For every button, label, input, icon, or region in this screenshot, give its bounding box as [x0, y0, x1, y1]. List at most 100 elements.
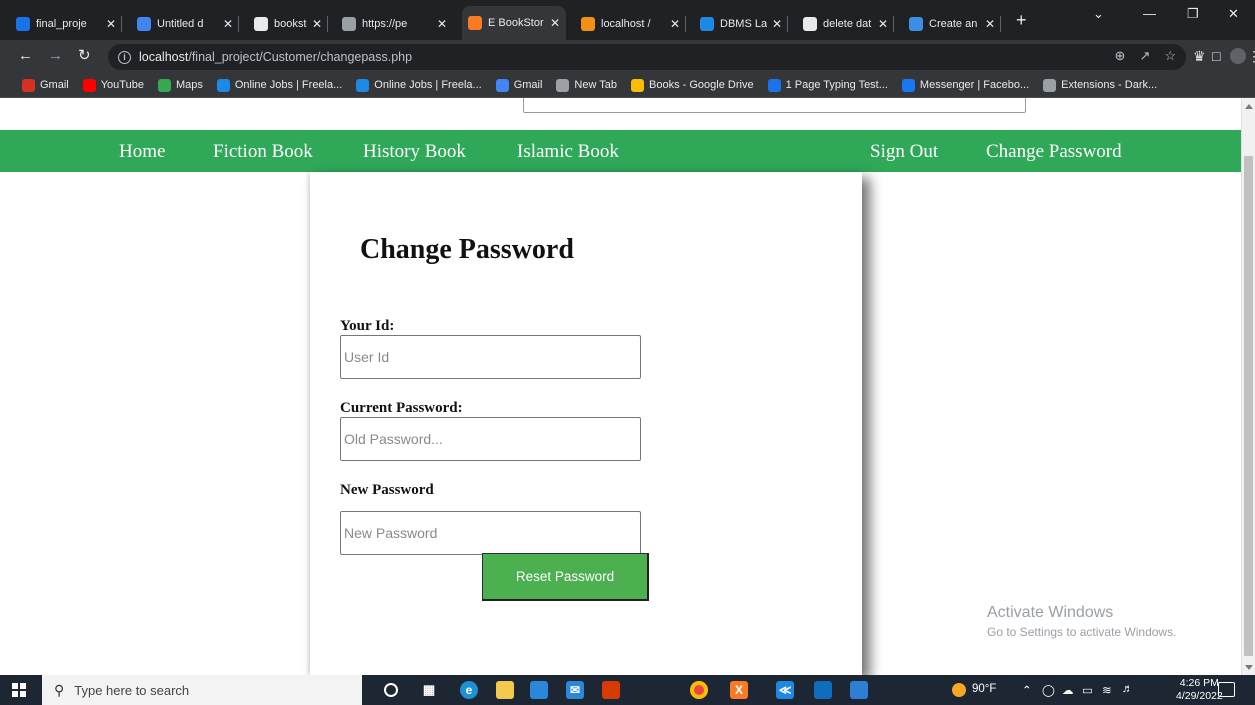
zoom-icon[interactable]: ⊕	[1115, 48, 1126, 64]
close-window-button[interactable]: ✕	[1228, 6, 1239, 22]
windows-start-icon[interactable]	[12, 683, 26, 697]
freelancer-icon	[356, 78, 370, 92]
share-icon[interactable]: ↗	[1139, 48, 1150, 64]
address-bar[interactable]: i localhost/final_project/Customer/chang…	[108, 44, 1186, 70]
bookmark-item[interactable]: YouTube	[82, 78, 144, 92]
scroll-up-arrow[interactable]	[1245, 104, 1253, 109]
tab-search-icon[interactable]: ⌄	[1093, 6, 1104, 22]
tab-close-icon[interactable]: ✕	[437, 17, 447, 31]
browser-tab[interactable]: bookstore ✕	[248, 8, 328, 40]
site-info-icon[interactable]: i	[118, 50, 131, 64]
forward-icon[interactable]: →	[48, 47, 63, 65]
tab-title: localhost /	[601, 18, 651, 30]
bookmark-item[interactable]: Gmail	[22, 78, 69, 92]
phpmyadmin-icon	[581, 17, 595, 31]
task-view-icon[interactable]: ▦	[420, 681, 438, 699]
new-password-input[interactable]	[340, 511, 641, 555]
store-icon[interactable]	[530, 681, 548, 699]
bookmark-item[interactable]: Books - Google Drive	[631, 78, 754, 92]
xampp-icon[interactable]: X	[730, 681, 748, 699]
weather-icon[interactable]	[952, 683, 966, 697]
bookmark-label: Messenger | Facebo...	[919, 79, 1030, 91]
tab-close-icon[interactable]: ✕	[772, 17, 782, 31]
bookmark-item[interactable]: Gmail	[495, 78, 543, 92]
tray-app-icon[interactable]: ◯	[1042, 683, 1055, 697]
browser-tab[interactable]: localhost / ✕	[575, 8, 686, 40]
nav-history-book[interactable]: History Book	[363, 141, 466, 163]
office-icon[interactable]	[602, 681, 620, 699]
browser-tab[interactable]: DBMS Lab ✕	[694, 8, 788, 40]
nav-islamic-book[interactable]: Islamic Book	[517, 141, 619, 163]
classroom-icon	[700, 17, 714, 31]
onedrive-icon[interactable]: ☁	[1062, 683, 1074, 697]
bookmark-item[interactable]: Messenger | Facebo...	[901, 78, 1030, 92]
bookmark-item[interactable]: Maps	[157, 78, 203, 92]
new-password-label: New Password	[340, 482, 434, 498]
browser-tab[interactable]: E BookStor ✕	[462, 6, 566, 40]
bookmark-item[interactable]: New Tab	[556, 78, 617, 92]
tab-close-icon[interactable]: ✕	[223, 17, 233, 31]
reset-password-button[interactable]: Reset Password	[482, 553, 649, 601]
scroll-thumb[interactable]	[1244, 156, 1253, 656]
bookmark-item[interactable]: Online Jobs | Freela...	[216, 78, 342, 92]
tray-overflow-icon[interactable]: ⌃	[1022, 683, 1032, 697]
profile-avatar[interactable]	[1230, 48, 1246, 64]
nav-change-password[interactable]: Change Password	[986, 141, 1122, 163]
page-viewport: Home Fiction Book History Book Islamic B…	[0, 98, 1241, 675]
browser-tab[interactable]: https://pe ✕	[336, 8, 453, 40]
bookmark-item[interactable]: Extensions - Dark...	[1043, 78, 1158, 92]
file-explorer-icon[interactable]	[496, 681, 514, 699]
wifi-icon[interactable]: ≋	[1102, 683, 1112, 697]
drive-icon	[16, 17, 30, 31]
cortana-icon[interactable]	[384, 683, 398, 697]
tab-close-icon[interactable]: ✕	[670, 17, 680, 31]
network-icon[interactable]: ▭	[1082, 683, 1093, 697]
mail-icon[interactable]: ✉	[566, 681, 584, 699]
scroll-down-arrow[interactable]	[1245, 665, 1253, 670]
nav-fiction-book[interactable]: Fiction Book	[213, 141, 313, 163]
taskbar-search-box[interactable]: ⚲ Type here to search	[42, 675, 362, 705]
edge-icon[interactable]: e	[460, 681, 478, 699]
new-tab-button[interactable]: +	[1016, 11, 1027, 29]
url-path: /final_project/Customer/changepass.php	[188, 50, 413, 64]
browser-tab[interactable]: final_proje ✕	[10, 8, 122, 40]
side-panel-icon[interactable]: □	[1212, 48, 1220, 64]
bookmark-label: Extensions - Dark...	[1061, 79, 1158, 91]
user-id-input[interactable]	[340, 335, 641, 379]
clock-time: 4:26 PM	[1179, 677, 1219, 689]
notification-center-icon[interactable]	[1218, 682, 1235, 697]
tab-close-icon[interactable]: ✕	[985, 17, 995, 31]
bookmark-item[interactable]: 1 Page Typing Test...	[767, 78, 888, 92]
nav-sign-out[interactable]: Sign Out	[870, 141, 938, 163]
chrome-icon[interactable]	[690, 681, 708, 699]
browser-tab[interactable]: Create an ✕	[903, 8, 1001, 40]
back-icon[interactable]: ←	[18, 47, 33, 65]
restore-button[interactable]: ❐	[1187, 6, 1199, 22]
header-search-box[interactable]	[523, 98, 1026, 113]
browser-tab[interactable]: delete dat ✕	[797, 8, 894, 40]
nav-home[interactable]: Home	[119, 141, 165, 163]
tab-close-icon[interactable]: ✕	[106, 17, 116, 31]
menu-icon[interactable]: ⋮	[1247, 48, 1255, 65]
browser-tab[interactable]: Untitled d ✕	[131, 8, 239, 40]
minimize-button[interactable]: —	[1143, 6, 1156, 21]
weather-temp[interactable]: 90°F	[972, 683, 996, 695]
tab-close-icon[interactable]: ✕	[550, 16, 560, 30]
tab-close-icon[interactable]: ✕	[312, 17, 322, 31]
current-password-input[interactable]	[340, 417, 641, 461]
volume-icon[interactable]: ♬	[1122, 683, 1134, 695]
photos-icon[interactable]	[850, 681, 868, 699]
tab-separator	[121, 16, 122, 32]
page-scrollbar[interactable]	[1241, 98, 1255, 675]
tab-close-icon[interactable]: ✕	[878, 17, 888, 31]
clock-date: 4/29/2022	[1176, 690, 1223, 702]
reload-icon[interactable]: ↻	[78, 47, 91, 65]
extensions-icon[interactable]: ♛	[1193, 48, 1206, 65]
bookmark-label: Books - Google Drive	[649, 79, 754, 91]
vscode-icon[interactable]: ≪	[776, 681, 794, 699]
app-icon[interactable]	[814, 681, 832, 699]
bookmark-item[interactable]: Online Jobs | Freela...	[356, 78, 482, 92]
bookmark-star-icon[interactable]: ☆	[1164, 48, 1176, 64]
taskbar-clock[interactable]: 4:26 PM 4/29/2022	[1176, 677, 1223, 703]
bookmark-label: Gmail	[513, 79, 543, 91]
